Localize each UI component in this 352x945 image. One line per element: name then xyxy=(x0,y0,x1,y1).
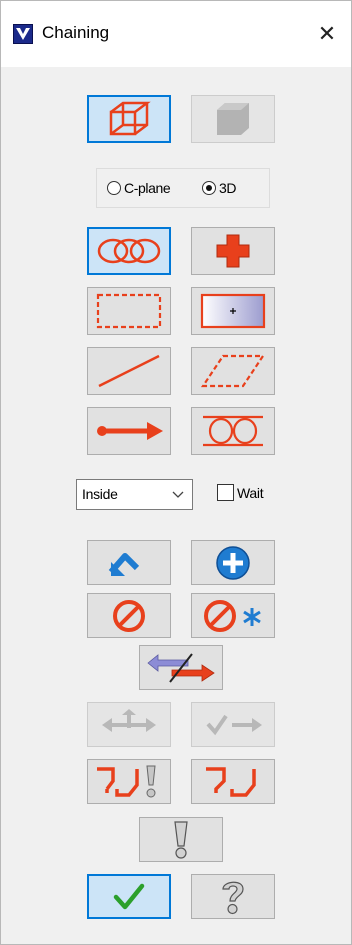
chevron-down-icon xyxy=(172,491,184,498)
wait-checkbox[interactable]: Wait xyxy=(217,484,264,501)
help-question-icon xyxy=(222,881,244,914)
sync-warning-button[interactable] xyxy=(87,759,171,804)
app-icon xyxy=(13,24,33,44)
add-icon xyxy=(216,545,250,580)
move-start-icon xyxy=(102,708,156,732)
ok-checkmark-icon xyxy=(113,883,145,909)
solid-button[interactable] xyxy=(191,95,275,143)
window-title: Chaining xyxy=(42,23,110,42)
wait-label: Wait xyxy=(237,484,264,501)
accept-end-button[interactable] xyxy=(191,702,275,747)
wireframe-button[interactable] xyxy=(87,95,171,143)
unselect-button[interactable] xyxy=(87,593,171,638)
ok-button[interactable] xyxy=(87,874,171,919)
move-start-button[interactable] xyxy=(87,702,171,747)
area-button[interactable] xyxy=(191,287,275,335)
3d-label: 3D xyxy=(219,180,237,196)
containment-value: Inside xyxy=(82,486,118,502)
wireframe-cube-icon xyxy=(109,101,151,136)
c-plane-label: C-plane xyxy=(124,180,171,196)
containment-select[interactable]: Inside xyxy=(76,479,193,510)
point-cross-icon xyxy=(216,234,250,268)
chain-button[interactable] xyxy=(87,227,171,275)
end-button[interactable] xyxy=(87,540,171,585)
chaining-dialog: Chaining ✕ C-plane 3D Inside Wait xyxy=(0,0,352,945)
solid-cube-icon xyxy=(217,103,249,135)
add-button[interactable] xyxy=(191,540,275,585)
title-bar: Chaining ✕ xyxy=(1,1,351,67)
checkbox-box xyxy=(217,484,234,501)
single-arrow-icon xyxy=(97,422,163,440)
info-button[interactable] xyxy=(139,817,223,862)
unselect-all-icon xyxy=(204,599,261,632)
single-button[interactable] xyxy=(87,407,171,455)
mode-radio-group: C-plane 3D xyxy=(96,168,270,208)
sync-icon xyxy=(206,766,256,797)
reverse-direction-icon xyxy=(147,652,215,683)
sync-button[interactable] xyxy=(191,759,275,804)
window-select-icon xyxy=(96,293,162,329)
polygon-select-icon xyxy=(200,354,266,388)
help-button[interactable] xyxy=(191,874,275,919)
partial-chain-icon xyxy=(203,415,263,447)
close-button[interactable]: ✕ xyxy=(307,14,347,54)
polygon-button[interactable] xyxy=(191,347,275,395)
c-plane-radio[interactable]: C-plane xyxy=(107,180,171,196)
area-point-icon xyxy=(200,293,266,329)
vector-line-icon xyxy=(98,354,160,388)
sync-warning-icon xyxy=(97,765,156,797)
point-button[interactable] xyxy=(191,227,275,275)
radio-circle xyxy=(107,181,121,195)
chain-links-icon xyxy=(97,238,161,264)
window-button[interactable] xyxy=(87,287,171,335)
reverse-button[interactable] xyxy=(139,645,223,690)
partial-button[interactable] xyxy=(191,407,275,455)
vector-button[interactable] xyxy=(87,347,171,395)
3d-radio[interactable]: 3D xyxy=(202,180,237,196)
info-exclamation-icon xyxy=(174,820,188,859)
unselect-all-button[interactable] xyxy=(191,593,275,638)
end-chain-icon xyxy=(108,552,140,576)
radio-circle-selected xyxy=(202,181,216,195)
unselect-icon xyxy=(113,599,145,632)
accept-end-icon xyxy=(206,714,262,735)
